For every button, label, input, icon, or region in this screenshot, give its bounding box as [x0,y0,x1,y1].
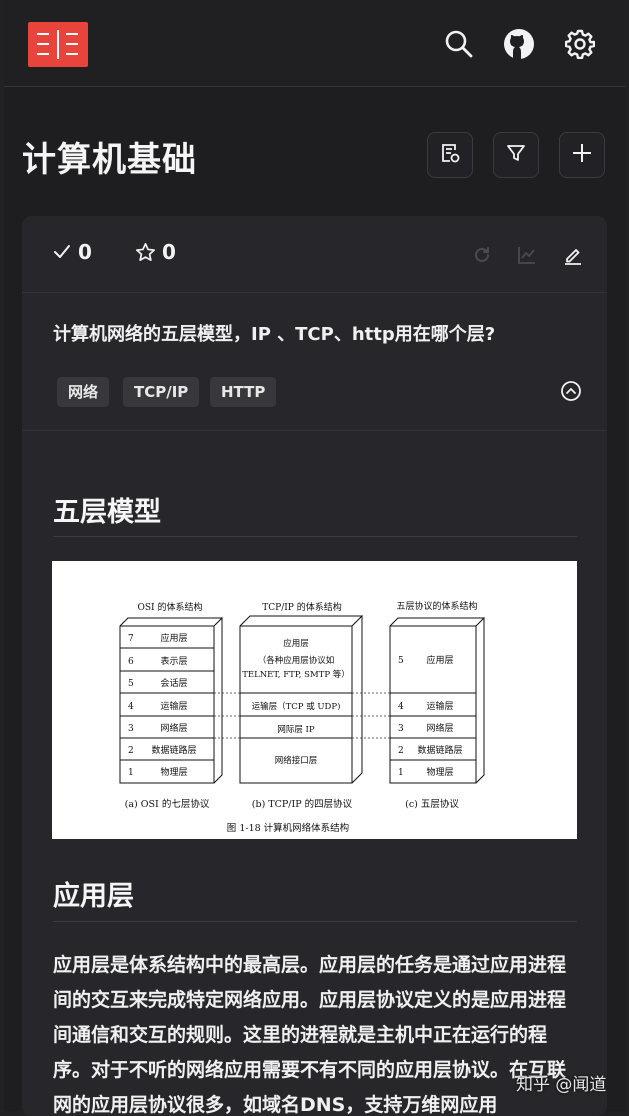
tcpip-title: TCP/IP 的体系结构 [262,601,341,613]
osi-layer-name: 数据链路层 [151,744,196,756]
tcpip-app-line-1: 应用层 [283,638,309,649]
note-icon [439,142,461,168]
osi-title: OSI 的体系结构 [138,601,203,613]
note-button[interactable] [427,132,473,178]
logo-icon[interactable] [28,22,88,67]
tcpip-app-line-3: TELNET, FTP, SMTP 等） [242,669,350,680]
five-layer-number: 2 [398,746,404,756]
correct-count-value: 0 [78,240,92,264]
osi-layer-number: 2 [128,746,134,756]
app-frame: 计算机基础 0 0 计算机网络的五层模型，IP 、TCP、http用在哪个层? … [4,0,625,1116]
question-text: 计算机网络的五层模型，IP 、TCP、http用在哪个层? [53,324,496,345]
caption-a: (a) OSI 的七层协议 [125,798,210,810]
osi-layer-name: 表示层 [160,655,187,667]
tag-http[interactable]: HTTP [210,377,277,407]
tag-tcpip[interactable]: TCP/IP [123,377,200,407]
five-title: 五层协议的体系结构 [396,600,477,612]
section-heading-five-layers: 五层模型 [53,497,161,528]
add-button[interactable] [559,132,605,178]
figure-caption: 图 1-18 计算机网络体系结构 [227,822,349,834]
filter-icon [505,142,527,168]
osi-layer-name: 运输层 [160,700,187,712]
github-icon[interactable] [501,26,537,62]
five-layer-number: 5 [398,656,404,666]
page-title: 计算机基础 [22,140,197,180]
star-count[interactable]: 0 [135,240,176,264]
five-layer-name: 数据链路层 [417,744,462,756]
question-card: 0 0 计算机网络的五层模型，IP 、TCP、http用在哪个层? 网络 TCP… [22,216,607,1116]
five-layer-name: 应用层 [426,654,453,666]
star-icon [136,242,155,261]
caption-c: (c) 五层协议 [405,798,459,810]
osi-layer-name: 会话层 [160,677,187,689]
caption-b: (b) TCP/IP 的四层协议 [252,798,353,810]
search-icon[interactable] [441,26,477,62]
plus-icon [571,142,593,168]
osi-layer-number: 5 [128,679,134,689]
osi-layer-number: 7 [128,634,134,644]
card-header: 0 0 [22,216,607,293]
five-layer-number: 3 [398,724,404,734]
gear-icon[interactable] [562,26,598,62]
heading-rule [53,536,577,537]
star-count-value: 0 [162,240,176,264]
heading-rule [53,921,577,922]
five-layer-name: 网络层 [426,722,453,734]
five-layer-name: 运输层 [426,700,453,712]
paragraph-text: 应用层是体系结构中的最高层。应用层的任务是通过应用进程间的交互来完成特定网络应用… [53,954,567,1116]
tcpip-internet: 网际层 IP [277,725,315,735]
chevron-up-icon[interactable] [560,380,582,406]
tcpip-transport: 运输层（TCP 或 UDP) [252,701,341,712]
five-layer-number: 1 [398,768,404,778]
chart-icon[interactable] [514,242,540,268]
top-bar [4,0,625,87]
five-layer-number: 4 [398,702,404,712]
osi-layer-number: 4 [128,702,134,712]
correct-count[interactable]: 0 [52,240,92,264]
osi-layer-name: 网络层 [160,722,187,734]
osi-layer-number: 6 [128,657,134,667]
filter-button[interactable] [493,132,539,178]
section-heading-application-layer: 应用层 [53,881,134,912]
tcpip-link: 网络接口层 [275,755,318,766]
osi-layer-number: 1 [128,768,134,778]
refresh-icon[interactable] [469,242,495,268]
tag-network[interactable]: 网络 [57,377,110,407]
edit-icon[interactable] [560,242,586,268]
osi-layer-name: 应用层 [160,632,187,644]
tcpip-app-line-2: （各种应用层协议如 [258,655,335,666]
watermark: 知乎 @闻道 [516,1075,607,1095]
check-icon [54,245,70,258]
five-layer-name: 物理层 [426,766,453,778]
network-architecture-figure: OSI 的体系结构 TCP/IP 的体系结构 五层协议的体系结构 7 应用层 6 表示… [52,561,577,839]
osi-layer-number: 3 [128,724,134,734]
divider [22,430,607,431]
osi-layer-name: 物理层 [160,766,187,778]
